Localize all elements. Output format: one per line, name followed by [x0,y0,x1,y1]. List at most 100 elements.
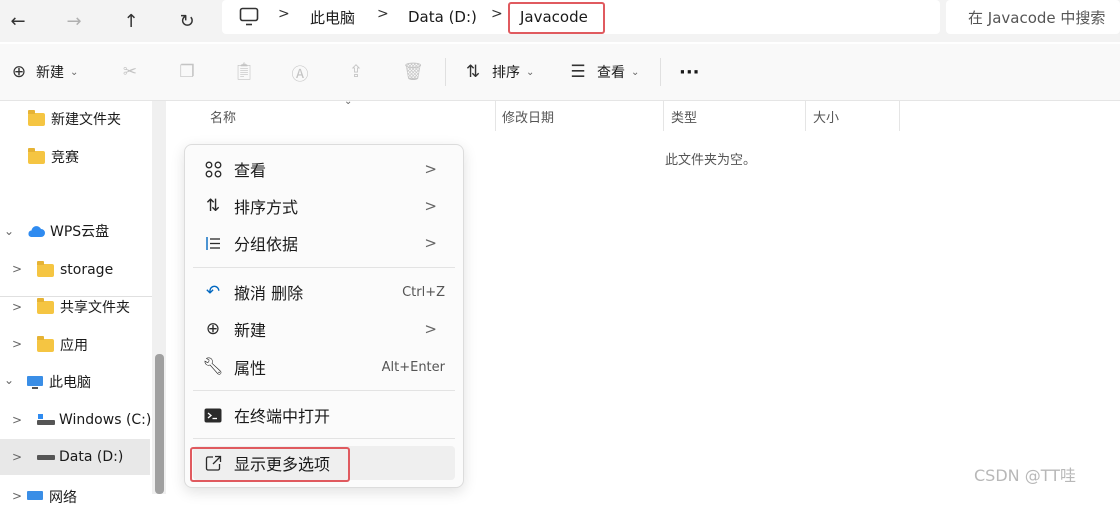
sidebar-item-storage[interactable]: storage [37,252,113,288]
chevron-right-icon: > [424,160,437,178]
column-divider[interactable] [805,101,806,131]
toolbar-divider [445,58,446,86]
sidebar-item-label: 此电脑 [49,375,91,391]
drive-icon [37,414,55,425]
up-button[interactable]: ↑ [115,5,147,37]
apps-folder-icon [37,335,54,352]
delete-button[interactable]: 🗑︎ [402,44,424,100]
chevron-right-icon: > [424,234,437,252]
column-divider[interactable] [663,101,664,131]
sort-button[interactable]: ⇅ 排序 ⌄ [462,44,535,100]
view-button[interactable]: ☰ 查看 ⌄ [567,44,639,100]
command-bar: ⊕ 新建 ⌄ ✂ ❐ 📋︎ Ⓐ ⇪ 🗑︎ ⇅ 排序 ⌄ ☰ 查看 ⌄ ··· [0,44,1120,101]
sidebar-item-label: 竞赛 [51,150,79,166]
menu-item-label: 新建 [234,321,267,340]
menu-item-new[interactable]: ⊕ 新建 > [193,311,455,347]
menu-item-label: 查看 [234,161,267,180]
breadcrumb-data-d[interactable]: Data (D:) [408,6,477,28]
menu-item-undo-delete[interactable]: ↶ 撤消 删除 Ctrl+Z [193,274,455,310]
copy-button[interactable]: ❐ [176,44,198,100]
sidebar-item-label: Windows (C:) [59,412,152,428]
menu-item-properties[interactable]: 🔧︎ 属性 Alt+Enter [193,349,455,385]
sidebar-item-apps[interactable]: 应用 [37,327,88,363]
plus-circle-icon: ⊕ [11,62,27,82]
view-label: 查看 [597,65,625,81]
rename-button[interactable]: Ⓐ [289,44,311,100]
breadcrumb-this-pc[interactable]: 此电脑 [310,6,355,28]
sort-label: 排序 [492,65,520,81]
menu-item-group-by[interactable]: 分组依据 > [193,225,455,261]
sidebar-item-network[interactable]: 网络 [26,479,77,515]
network-icon [27,491,43,500]
chevron-right-icon[interactable]: > [12,300,22,314]
sidebar-item-shared-folder[interactable]: 共享文件夹 [37,289,130,325]
cut-button[interactable]: ✂ [119,44,141,100]
sidebar-item-windows-c[interactable]: Windows (C:) [37,402,151,438]
chevron-right-icon[interactable]: > [12,450,22,464]
undo-icon: ↶ [205,282,221,302]
address-toolbar: ← → ↑ ↻ > 此电脑 > Data (D:) > Javacode 在 J… [0,0,1120,42]
column-header-type[interactable]: 类型 [671,101,697,131]
refresh-button[interactable]: ↻ [171,5,203,37]
sidebar-scrollbar-thumb[interactable] [155,354,164,494]
menu-item-sort-by[interactable]: ⇅ 排序方式 > [193,188,455,224]
sidebar-item-label: 新建文件夹 [51,112,121,128]
menu-item-view[interactable]: 查看 > [193,151,455,187]
toolbar-divider [660,58,661,86]
navigation-pane: 新建文件夹 竞赛 ⌄ WPS云盘 > storage > 共享文件夹 > 应用 … [0,101,166,506]
sidebar-item-this-pc[interactable]: 此电脑 [26,364,91,400]
chevron-right-icon[interactable]: > [12,337,22,351]
folder-icon [28,147,45,164]
share-icon: ⇪ [348,62,364,82]
chevron-right-icon[interactable]: > [12,262,22,276]
chevron-right-icon: > [424,197,437,215]
rename-icon: Ⓐ [291,64,309,85]
column-divider[interactable] [495,101,496,131]
new-label: 新建 [36,65,64,81]
chevron-down-icon[interactable]: ⌄ [4,373,14,387]
menu-item-label: 属性 [234,359,267,378]
chevron-right-icon[interactable]: > [12,413,22,427]
menu-divider [193,438,455,439]
folder-icon [37,260,54,277]
menu-item-label: 在终端中打开 [234,407,331,426]
sidebar-item-label: Data (D:) [59,449,124,465]
menu-item-label: 撤消 删除 [234,284,304,303]
column-divider[interactable] [899,101,900,131]
monitor-icon [27,375,43,389]
column-header-size[interactable]: 大小 [813,101,839,131]
menu-item-open-in-terminal[interactable]: 在终端中打开 [193,397,455,433]
folder-icon [28,109,45,126]
chevron-down-icon[interactable]: ⌄ [4,224,14,238]
column-header-name[interactable]: 名称 [210,101,236,131]
menu-item-shortcut: Alt+Enter [381,359,445,375]
column-header-date[interactable]: 修改日期 [502,101,554,131]
wrench-icon: 🔧︎ [202,357,224,377]
drive-icon [37,455,55,460]
watermark: CSDN @TT哇 [974,466,1076,485]
plus-circle-icon: ⊕ [205,319,221,339]
new-button[interactable]: ⊕ 新建 ⌄ [8,44,79,100]
chevron-right-icon: > [377,6,389,22]
chevron-down-icon: ⌄ [70,66,79,78]
arrow-left-icon: ← [10,10,26,32]
back-button[interactable]: ← [2,5,34,37]
sort-arrows-icon: ⇅ [205,196,221,216]
sidebar-item-new-folder[interactable]: 新建文件夹 [28,101,121,137]
sidebar-item-wps-cloud[interactable]: WPS云盘 [26,213,109,249]
sidebar-item-label: 应用 [60,338,88,354]
chevron-down-icon: ⌄ [631,66,640,78]
chevron-right-icon[interactable]: > [12,489,22,503]
more-options-button[interactable]: ··· [679,44,700,100]
arrow-up-icon: ↑ [123,10,139,32]
share-button[interactable]: ⇪ [345,44,367,100]
trash-icon: 🗑︎ [402,62,424,82]
forward-button[interactable]: → [58,5,90,37]
sidebar-item-contest[interactable]: 竞赛 [28,139,79,175]
sidebar-item-data-d[interactable]: > Data (D:) [0,439,150,475]
paste-button[interactable]: 📋︎ [233,44,255,100]
refresh-icon: ↻ [179,10,195,32]
search-input[interactable]: 在 Javacode 中搜索 [946,0,1120,34]
arrow-right-icon: → [66,10,82,32]
sidebar-item-label: storage [60,262,114,278]
